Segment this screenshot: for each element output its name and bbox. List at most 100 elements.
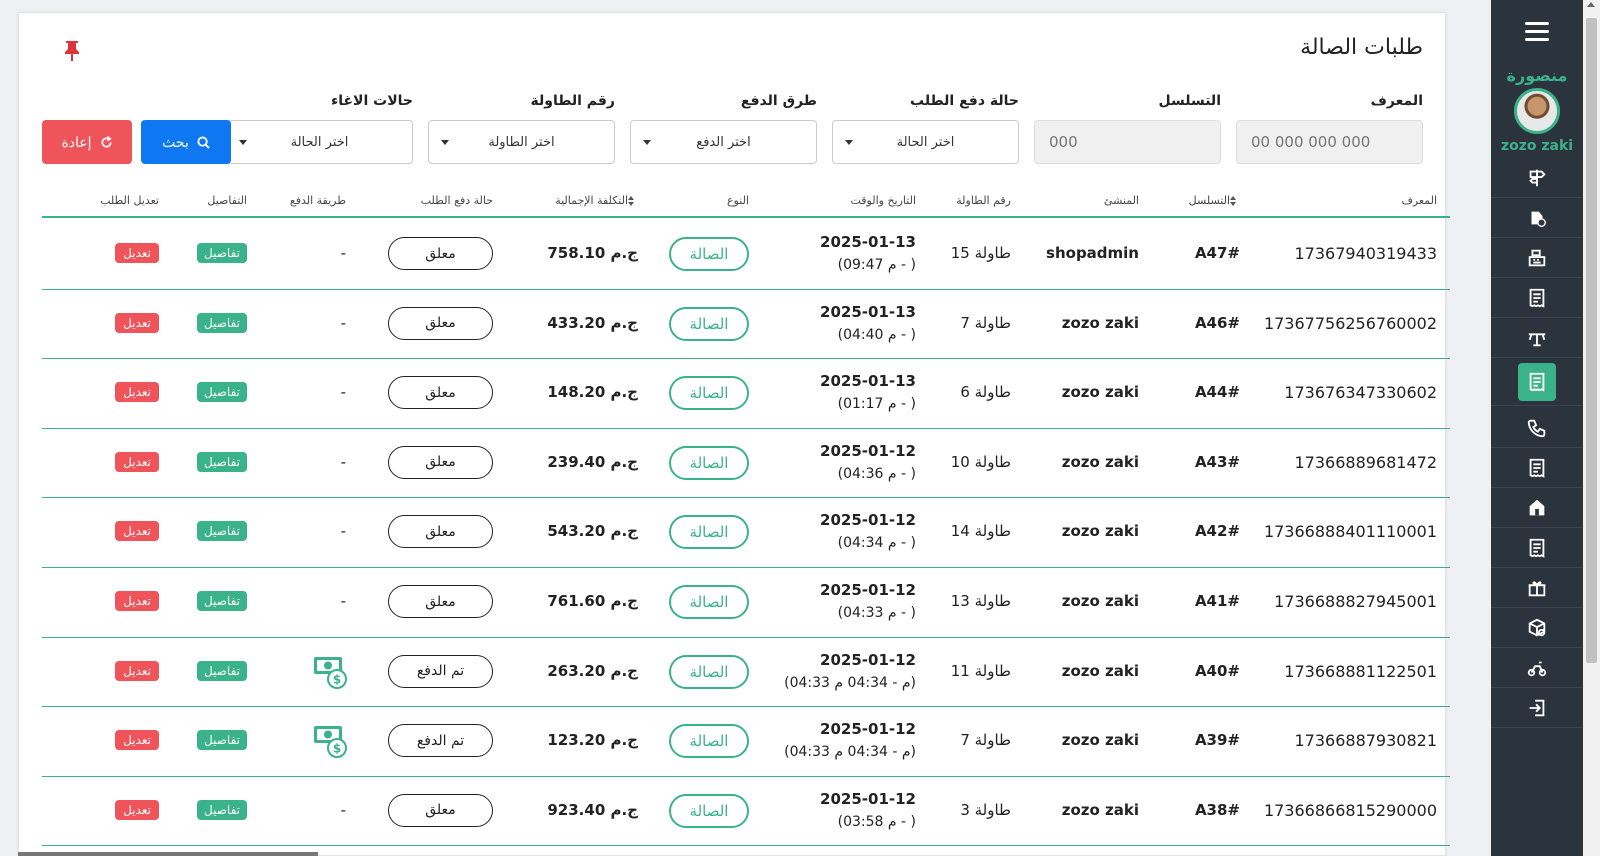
order-type-badge: الصالة xyxy=(669,793,749,828)
payment-method-select-value: اختر الدفع xyxy=(696,134,751,150)
header-datetime: التاريخ والوقت xyxy=(850,194,916,207)
payment-method-value: - xyxy=(340,244,346,262)
table-select-value: اختر الطاولة xyxy=(488,134,555,150)
details-button[interactable]: تفاصيل xyxy=(197,243,247,263)
order-date: 2025-01-12 xyxy=(820,789,916,808)
receipt-icon-3[interactable] xyxy=(1491,528,1583,568)
header-total-label: التكلفة الإجمالية xyxy=(555,194,628,207)
order-table: طاولة 15 xyxy=(950,244,1011,262)
dining-table-icon[interactable] xyxy=(1491,318,1583,358)
order-id: 17366888401110001 xyxy=(1263,522,1437,542)
order-creator: zozo zaki xyxy=(1061,522,1139,541)
order-time: (04:34 م - ) xyxy=(837,535,916,552)
header-creator: المنشئ xyxy=(1103,194,1139,207)
payment-method-filter-label: طرق الدفع xyxy=(740,93,817,109)
edit-button[interactable]: تعديل xyxy=(115,591,159,611)
sort-icon xyxy=(1230,196,1236,206)
gift-icon[interactable] xyxy=(1491,568,1583,608)
order-date: 2025-01-13 xyxy=(820,233,916,251)
table-select[interactable]: اختر الطاولة xyxy=(428,120,615,164)
delivery-bike-icon[interactable] xyxy=(1491,648,1583,688)
order-id: 173668881122501 xyxy=(1284,661,1437,681)
details-button[interactable]: تفاصيل xyxy=(197,521,247,542)
order-date: 2025-01-13 xyxy=(820,302,916,321)
order-serial: A39# xyxy=(1194,731,1240,750)
order-time: (09:47 م - ) xyxy=(837,257,916,273)
pin-icon[interactable] xyxy=(63,39,81,63)
avatar[interactable] xyxy=(1514,88,1560,134)
payment-status-badge: معلق xyxy=(388,376,493,410)
header-total[interactable]: التكلفة الإجمالية xyxy=(555,194,638,207)
order-serial: A42# xyxy=(1194,522,1240,541)
chevron-down-icon xyxy=(643,140,651,145)
order-id: 17366887930821 xyxy=(1294,731,1437,751)
id-input[interactable] xyxy=(1236,120,1423,164)
order-total: 923.40 ج.م xyxy=(547,800,638,819)
order-type-badge: الصالة xyxy=(669,654,749,689)
search-button-label: بحث xyxy=(162,133,189,150)
table-row: 173668881122501 A40# zozo zaki طاولة 11 2025… xyxy=(42,638,1450,708)
reset-button[interactable]: إعادة xyxy=(42,120,132,164)
order-table: طاولة 3 xyxy=(960,800,1011,819)
edit-button[interactable]: تعديل xyxy=(115,312,159,333)
order-total: 263.20 ج.م xyxy=(547,661,638,680)
edit-button[interactable]: تعديل xyxy=(115,730,159,751)
edit-button[interactable]: تعديل xyxy=(115,799,159,820)
receipt-icon[interactable] xyxy=(1491,278,1583,318)
order-type-badge: الصالة xyxy=(669,237,749,271)
payment-status-filter-label: حالة دفع الطلب xyxy=(910,93,1019,109)
payment-status-badge: معلق xyxy=(388,793,493,827)
phone-icon[interactable] xyxy=(1491,408,1583,448)
store-icon[interactable] xyxy=(1491,488,1583,528)
chevron-down-icon xyxy=(441,140,449,145)
edit-button[interactable]: تعديل xyxy=(115,451,159,472)
cancel-status-select[interactable]: اختر الحالة xyxy=(226,120,413,164)
scroll-up-arrow-icon[interactable] xyxy=(1587,2,1595,7)
package-search-icon[interactable] xyxy=(1491,608,1583,648)
order-creator: zozo zaki xyxy=(1061,731,1139,750)
svg-text:$: $ xyxy=(333,672,341,686)
edit-button[interactable]: تعديل xyxy=(115,382,159,403)
details-button[interactable]: تفاصيل xyxy=(197,312,247,333)
payment-status-select-value: اختر الحالة xyxy=(896,134,955,150)
order-serial: A44# xyxy=(1194,383,1240,402)
order-total: 148.20 ج.م xyxy=(547,383,638,402)
cash-register-icon[interactable] xyxy=(1491,238,1583,278)
details-button[interactable]: تفاصيل xyxy=(197,799,247,820)
order-type-badge: الصالة xyxy=(669,515,749,550)
header-serial[interactable]: التسلسل xyxy=(1189,194,1240,207)
scroll-thumb[interactable] xyxy=(1586,18,1597,663)
table-header: المعرف التسلسل المنشئ رقم الطاولة التاري… xyxy=(42,189,1450,218)
cancel-status-select-value: اختر الحالة xyxy=(290,134,349,150)
order-type-badge: الصالة xyxy=(669,376,749,411)
details-button[interactable]: تفاصيل xyxy=(197,451,247,472)
menu-icon[interactable] xyxy=(1525,22,1549,42)
details-button[interactable]: تفاصيل xyxy=(197,382,247,403)
table-row: 1736688827945001 A41# zozo zaki طاولة 13 202… xyxy=(42,568,1450,638)
serial-input[interactable] xyxy=(1034,120,1221,164)
search-button[interactable]: بحث xyxy=(141,120,231,164)
logout-icon[interactable] xyxy=(1491,688,1583,728)
edit-button[interactable]: تعديل xyxy=(115,243,159,263)
header-payment-status: حالة دفع الطلب xyxy=(420,194,493,207)
hand-money-icon[interactable] xyxy=(1491,198,1583,238)
details-button[interactable]: تفاصيل xyxy=(197,660,247,681)
order-type-badge: الصالة xyxy=(669,724,749,759)
details-button[interactable]: تفاصيل xyxy=(197,730,247,751)
order-type-badge: الصالة xyxy=(669,585,749,619)
edit-button[interactable]: تعديل xyxy=(115,660,159,681)
edit-button[interactable]: تعديل xyxy=(115,521,159,542)
payment-method-select[interactable]: اختر الدفع xyxy=(630,120,817,164)
refresh-icon xyxy=(101,135,112,148)
receipt-active-icon[interactable] xyxy=(1491,358,1583,406)
order-total: 433.20 ج.م xyxy=(547,313,638,332)
vertical-scrollbar[interactable] xyxy=(1583,0,1600,856)
order-type-badge: الصالة xyxy=(669,306,749,341)
payment-status-select[interactable]: اختر الحالة xyxy=(832,120,1019,164)
signpost-icon[interactable] xyxy=(1491,158,1583,198)
payment-method-value: - xyxy=(340,800,346,819)
horizontal-scroll-indicator xyxy=(18,852,318,856)
order-table: طاولة 11 xyxy=(950,661,1011,680)
receipt-icon-2[interactable] xyxy=(1491,448,1583,488)
details-button[interactable]: تفاصيل xyxy=(197,591,247,611)
